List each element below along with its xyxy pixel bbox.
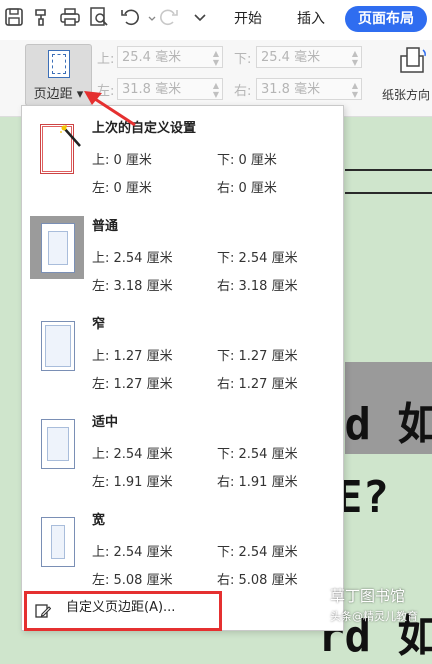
spinner-icon[interactable]: ▲ ▼	[352, 81, 358, 99]
spinner-icon[interactable]: ▲ ▼	[213, 49, 219, 67]
preset-top: 上: 0 厘米	[92, 153, 152, 168]
preset-bottom: 下: 0 厘米	[217, 153, 277, 168]
preset-name: 适中	[92, 415, 119, 430]
preset-left: 左: 1.91 厘米	[92, 475, 173, 490]
preset-right: 右: 1.27 厘米	[217, 377, 298, 392]
margin-preset-moderate[interactable]: 适中 上: 2.54 厘米 下: 2.54 厘米 左: 1.91 厘米 右: 1…	[22, 403, 343, 501]
document-line	[345, 192, 432, 194]
preset-bottom: 下: 2.54 厘米	[217, 447, 298, 462]
highlight-box	[24, 591, 222, 631]
preset-top: 上: 2.54 厘米	[92, 545, 173, 560]
orientation-label[interactable]: 纸张方向	[382, 86, 430, 103]
right-margin-value: 31.8 毫米	[261, 82, 321, 97]
preset-name: 普通	[92, 219, 119, 234]
preset-thumbnail	[30, 412, 84, 475]
margin-preset-narrow[interactable]: 窄 上: 1.27 厘米 下: 1.27 厘米 左: 1.27 厘米 右: 1.…	[22, 305, 343, 403]
bottom-margin-value: 25.4 毫米	[261, 50, 321, 65]
preset-left: 左: 3.18 厘米	[92, 279, 173, 294]
preset-name: 宽	[92, 513, 106, 528]
format-painter-icon[interactable]	[31, 6, 53, 28]
watermark-brand: 草丁图书馆	[330, 587, 406, 605]
preset-top: 上: 2.54 厘米	[92, 447, 173, 462]
preset-right: 右: 0 厘米	[217, 181, 277, 196]
preset-right: 右: 1.91 厘米	[217, 475, 298, 490]
preset-top: 上: 1.27 厘米	[92, 349, 173, 364]
preset-top: 上: 2.54 厘米	[92, 251, 173, 266]
preset-bottom: 下: 2.54 厘米	[217, 545, 298, 560]
margin-preset-wide[interactable]: 宽 上: 2.54 厘米 下: 2.54 厘米 左: 5.08 厘米 右: 5.…	[22, 501, 343, 599]
red-arrow-icon	[80, 85, 140, 130]
orientation-icon[interactable]	[397, 44, 429, 78]
more-icon[interactable]	[189, 6, 211, 28]
preset-right: 右: 3.18 厘米	[217, 279, 298, 294]
document-line	[345, 169, 432, 171]
preset-thumbnail	[30, 510, 84, 573]
margins-dropdown: 上次的自定义设置 上: 0 厘米 下: 0 厘米 左: 0 厘米 右: 0 厘米…	[21, 105, 344, 631]
preset-name: 窄	[92, 317, 106, 332]
preset-left: 左: 5.08 厘米	[92, 573, 173, 588]
preset-thumbnail	[30, 314, 84, 377]
preset-thumbnail-selected	[30, 216, 84, 279]
right-margin-label: 右:	[234, 84, 252, 99]
tab-home[interactable]: 开始	[234, 8, 262, 28]
tab-insert[interactable]: 插入	[297, 8, 325, 28]
bottom-margin-label: 下:	[234, 52, 252, 67]
quick-access-toolbar: 开始 插入 页面布局	[0, 0, 432, 41]
right-margin-field[interactable]: 31.8 毫米 ▲ ▼	[256, 78, 362, 100]
preset-left: 左: 1.27 厘米	[92, 377, 173, 392]
spinner-icon[interactable]: ▲ ▼	[213, 81, 219, 99]
top-margin-label: 上:	[97, 52, 115, 67]
undo-icon[interactable]	[119, 6, 141, 28]
margins-page-icon	[48, 50, 70, 78]
margin-preset-normal[interactable]: 普通 上: 2.54 厘米 下: 2.54 厘米 左: 3.18 厘米 右: 3…	[22, 207, 343, 305]
save-icon[interactable]	[3, 6, 25, 28]
top-margin-value: 25.4 毫米	[122, 50, 182, 65]
preset-thumbnail	[30, 118, 84, 181]
bottom-margin-field[interactable]: 25.4 毫米 ▲ ▼	[256, 46, 362, 68]
margin-preset-last-custom[interactable]: 上次的自定义设置 上: 0 厘米 下: 0 厘米 左: 0 厘米 右: 0 厘米	[22, 109, 343, 207]
preset-left: 左: 0 厘米	[92, 181, 152, 196]
spinner-icon[interactable]: ▲ ▼	[352, 49, 358, 67]
watermark-sub: 头条@精灵儿教育	[330, 610, 418, 623]
redo-icon[interactable]	[158, 6, 180, 28]
top-margin-field[interactable]: 25.4 毫米 ▲ ▼	[117, 46, 223, 68]
preset-right: 右: 5.08 厘米	[217, 573, 298, 588]
undo-dropdown-icon[interactable]	[141, 6, 156, 28]
tab-page-layout[interactable]: 页面布局	[345, 6, 427, 32]
preset-bottom: 下: 2.54 厘米	[217, 251, 298, 266]
print-preview-icon[interactable]	[88, 6, 110, 28]
preset-bottom: 下: 1.27 厘米	[217, 349, 298, 364]
print-icon[interactable]	[59, 6, 81, 28]
